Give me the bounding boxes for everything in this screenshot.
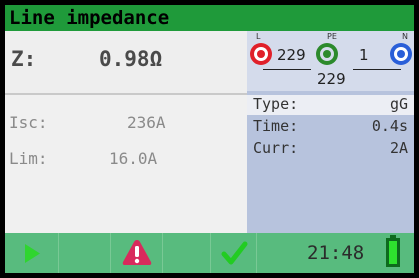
setting-time-value: 0.4s	[371, 117, 408, 135]
setting-row-curr[interactable]: Curr: 2A	[247, 139, 414, 159]
terminal-pe-label: PE	[327, 32, 337, 41]
settings-panel: L PE N 229 1 229 Type: gG Time: 0.4s Cur…	[247, 31, 414, 233]
terminal-pe-core	[323, 50, 331, 58]
terminal-voltages: L PE N 229 1 229	[247, 31, 414, 91]
setting-row-time[interactable]: Time: 0.4s	[247, 117, 414, 137]
isc-label: Isc:	[9, 113, 48, 132]
terminal-l-icon	[250, 43, 272, 65]
clock: 21:48	[307, 242, 365, 264]
status-toolbar: 21:48	[5, 233, 414, 273]
z-result-row: Z: 0.98Ω	[5, 31, 247, 95]
pe-n-voltage: 1	[359, 46, 369, 64]
setting-curr-value: 2A	[389, 139, 408, 157]
terminal-pe-ring	[320, 47, 334, 61]
toolbar-slot-4	[163, 233, 211, 273]
terminal-n-icon	[390, 43, 412, 65]
setting-row-type[interactable]: Type: gG	[247, 95, 414, 115]
battery-icon	[386, 238, 400, 267]
setting-curr-label: Curr:	[253, 139, 299, 157]
terminal-l-core	[257, 50, 265, 58]
pass-indicator	[211, 233, 257, 273]
page-title: Line impedance	[5, 5, 414, 31]
setting-time-label: Time:	[253, 117, 299, 135]
terminal-n-ring	[394, 47, 408, 61]
terminal-l-ring	[254, 47, 268, 61]
l-n-voltage: 229	[317, 70, 346, 88]
setting-type-value: gG	[389, 95, 408, 113]
play-icon	[25, 244, 40, 263]
terminal-line-left	[263, 69, 311, 70]
warning-icon	[122, 240, 152, 265]
results-panel: Z: 0.98Ω Isc: 236A Lim: 16.0A	[5, 31, 247, 233]
terminal-n-label: N	[402, 32, 408, 41]
screen: Line impedance Z: 0.98Ω Isc: 236A Lim: 1…	[5, 5, 414, 273]
z-label: Z:	[11, 47, 37, 71]
lim-label: Lim:	[9, 149, 48, 168]
z-value: 0.98Ω	[99, 47, 163, 71]
start-button[interactable]	[5, 233, 59, 273]
terminal-n-core	[397, 50, 405, 58]
terminal-l-label: L	[256, 32, 261, 41]
isc-value: 236A	[127, 113, 166, 132]
terminal-pe-icon	[316, 43, 338, 65]
terminal-line-right	[353, 69, 401, 70]
warning-indicator	[111, 233, 163, 273]
toolbar-slot-2	[59, 233, 111, 273]
setting-type-label: Type:	[253, 95, 299, 113]
lim-value: 16.0A	[109, 149, 158, 168]
l-pe-voltage: 229	[277, 46, 306, 64]
device-frame: Line impedance Z: 0.98Ω Isc: 236A Lim: 1…	[0, 0, 419, 278]
check-icon	[221, 241, 248, 265]
